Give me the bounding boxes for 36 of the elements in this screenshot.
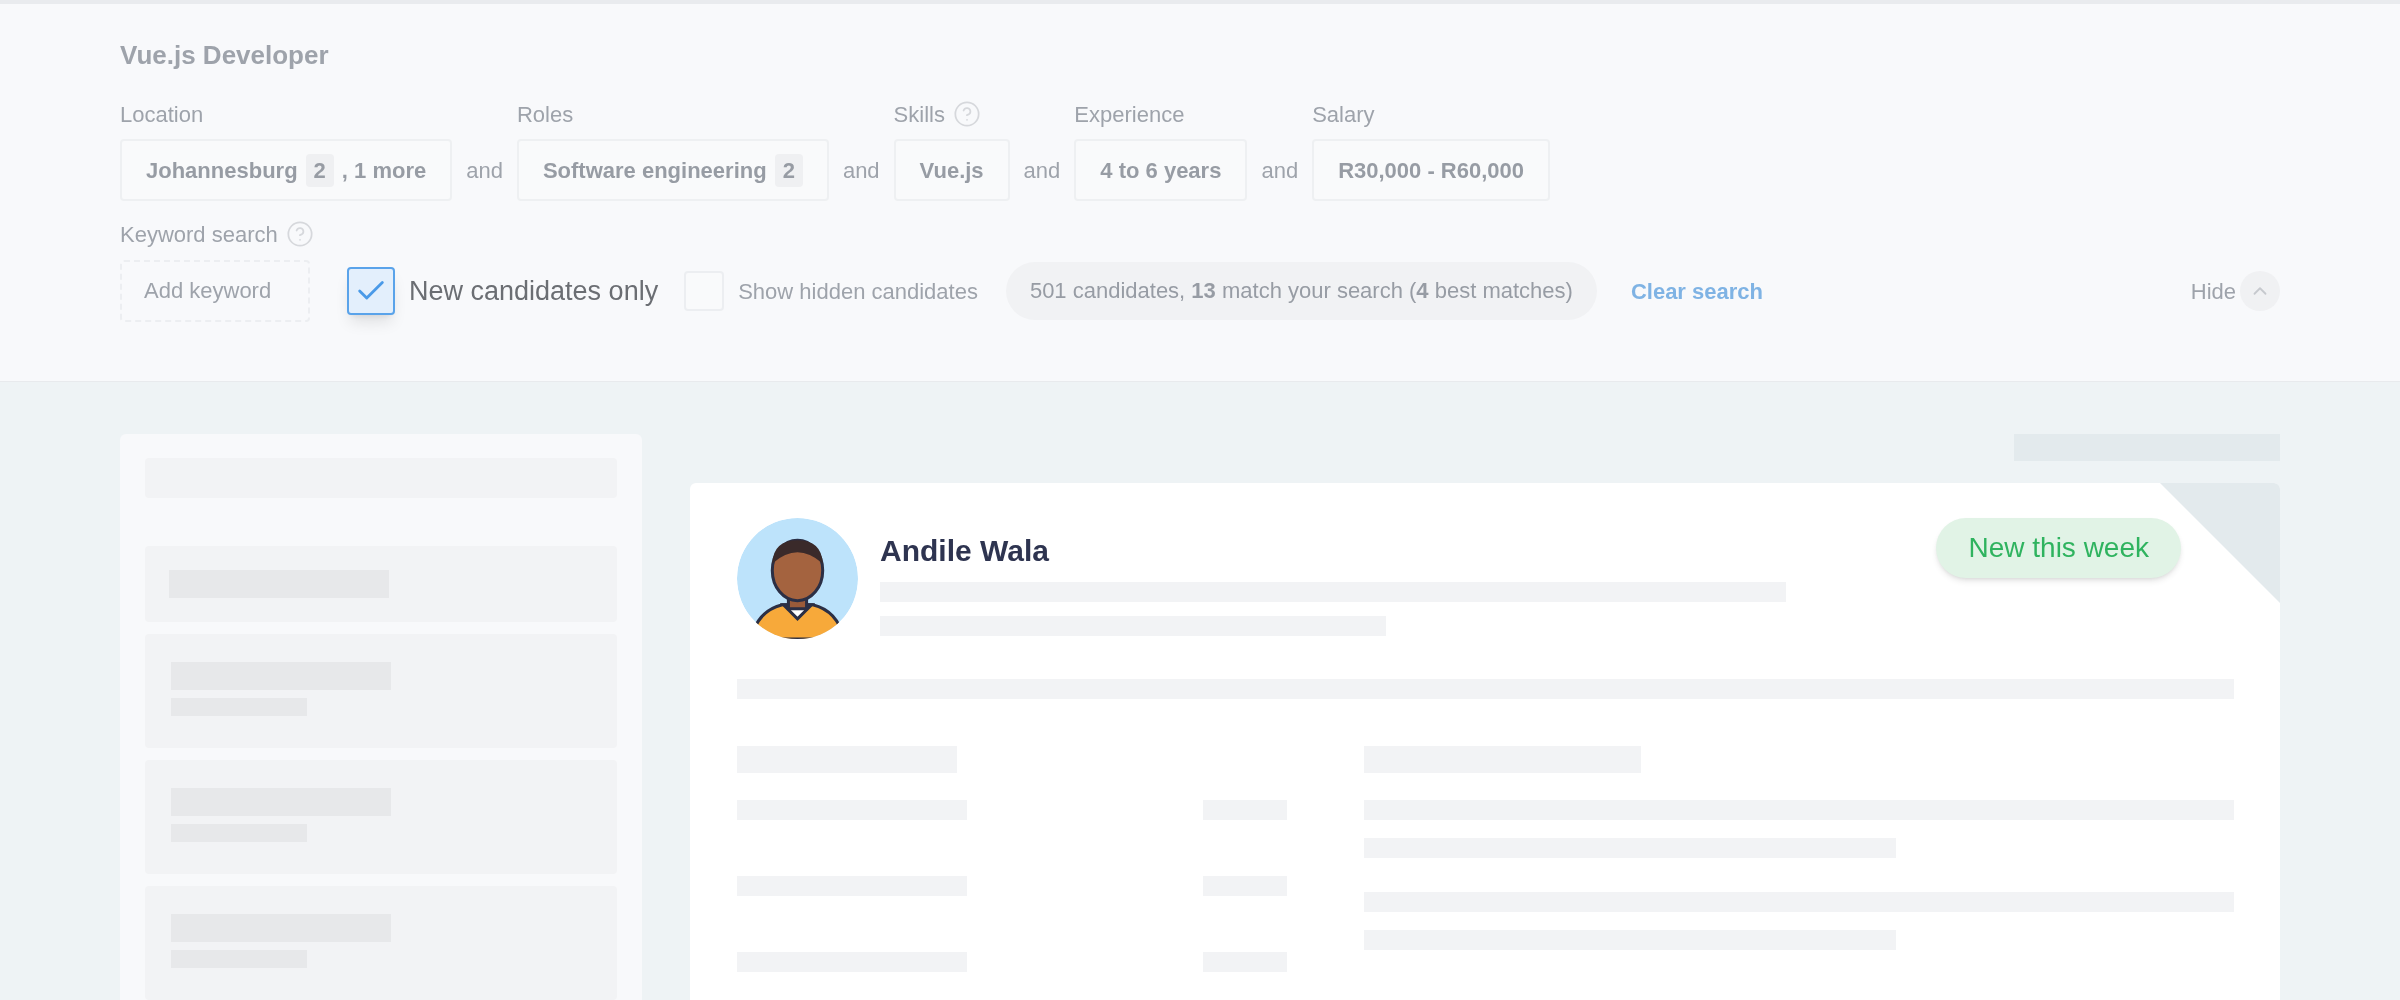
filter-value: 4 to 6 years [1100, 156, 1222, 185]
joiner-text: and [1261, 156, 1299, 185]
filter-value: Software engineering [542, 156, 767, 185]
candidate-name: Andile Wala [880, 536, 1050, 566]
checkbox[interactable] [347, 267, 395, 315]
joiner-text: and [842, 156, 880, 185]
checkbox-label: New candidates only [409, 274, 659, 308]
hide-button[interactable]: Hide [2190, 271, 2280, 311]
field-label: Keyword search [120, 220, 278, 249]
filter-field[interactable]: Vue.js [893, 139, 1010, 201]
clear-search-link[interactable]: Clear search [1630, 274, 1763, 308]
help-icon[interactable] [952, 100, 981, 128]
field-label: Salary [1312, 100, 1375, 129]
checkbox-label: Show hidden candidates [738, 277, 978, 306]
results-summary: 501 candidates, 13 match your search (4 best matches) [1005, 262, 1597, 320]
filter-value: R30,000 - R60,000 [1338, 156, 1525, 185]
help-icon[interactable] [285, 220, 314, 248]
filter-field[interactable]: 4 to 6 years [1074, 139, 1248, 201]
keyword-field[interactable]: Add keyword [120, 260, 310, 322]
count-badge: 2 [305, 153, 334, 187]
field-label: Skills [893, 100, 945, 129]
joiner-text: and [466, 156, 503, 185]
filter-field[interactable]: Johannesburg 2 , 1 more [120, 139, 453, 201]
filter-value: Johannesburg [146, 156, 298, 185]
filter-extra: , 1 more [341, 156, 427, 185]
filter-field[interactable]: R30,000 - R60,000 [1312, 139, 1551, 201]
field-label: Location [120, 100, 204, 129]
field-label: Experience [1074, 100, 1185, 129]
joiner-text: and [1023, 156, 1061, 185]
search-title: Vue.js Developer [120, 39, 330, 72]
filter-field[interactable]: Software engineering 2 [516, 139, 829, 201]
count-badge: 2 [774, 153, 803, 187]
field-label: Roles [516, 100, 574, 129]
filter-value: Vue.js [919, 156, 984, 185]
avatar-icon [737, 518, 858, 639]
new-badge: New this week [1936, 518, 2181, 578]
